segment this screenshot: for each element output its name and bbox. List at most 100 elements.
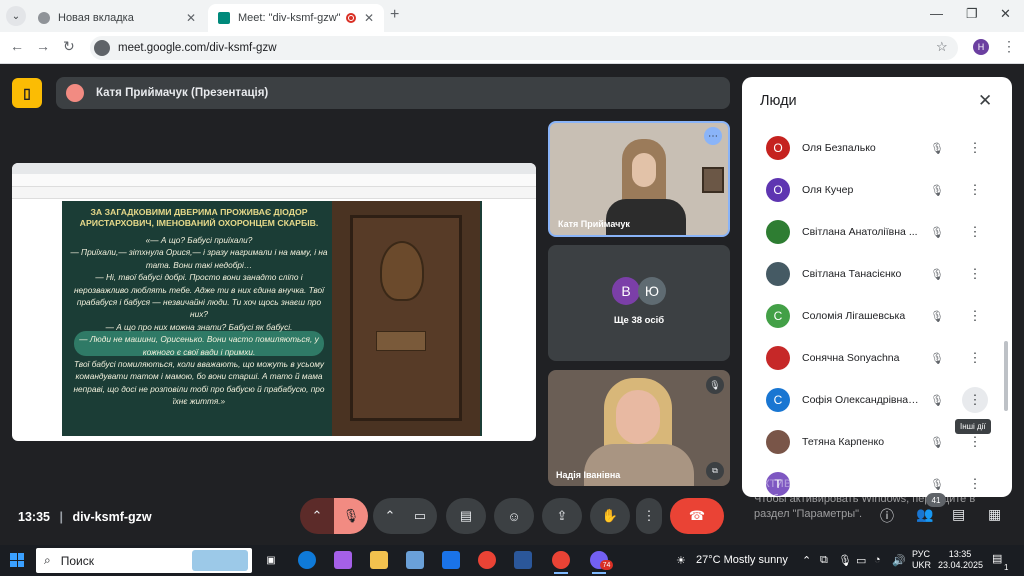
participant-tile-presenter[interactable]: ⋯ Катя Приймачук <box>548 121 730 237</box>
file-explorer-icon[interactable] <box>370 551 388 569</box>
tab-search-icon[interactable]: ⌄ <box>6 6 26 26</box>
person-face <box>632 153 656 187</box>
avatar: О <box>766 178 790 202</box>
minimize-icon[interactable]: — <box>930 6 943 21</box>
leave-call-button[interactable]: ☎ <box>670 498 724 534</box>
new-tab-button[interactable]: + <box>390 6 399 24</box>
door-plate <box>376 331 426 351</box>
bookmark-star-icon[interactable]: ☆ <box>936 39 948 55</box>
task-view-icon[interactable]: ▣ <box>262 551 280 569</box>
back-icon[interactable]: ← <box>10 38 24 54</box>
more-actions-icon[interactable]: ⋮ <box>962 219 988 245</box>
more-actions-icon[interactable]: ⋮ <box>962 303 988 329</box>
meeting-code: div-ksmf-gzw <box>72 510 152 524</box>
notifications-icon[interactable]: ▤ <box>992 552 1002 565</box>
avatar: С <box>766 388 790 412</box>
mic-off-icon: 🎙 <box>930 436 944 449</box>
taskbar-clock[interactable]: 13:35 23.04.2025 <box>938 549 983 571</box>
store-icon[interactable] <box>406 551 424 569</box>
video-settings-chevron-icon[interactable]: ⌃ <box>373 498 407 534</box>
notifications-count: 1 <box>1004 563 1009 572</box>
outlook-icon[interactable] <box>442 551 460 569</box>
more-actions-icon[interactable]: ⋮ <box>962 177 988 203</box>
more-actions-icon[interactable]: ⋮ <box>962 135 988 161</box>
shared-browser-url <box>12 174 536 187</box>
camera-button[interactable]: ▭ <box>403 498 437 534</box>
chrome-icon[interactable] <box>478 551 496 569</box>
shared-screen: ЗА ЗАГАДКОВИМИ ДВЕРИМА ПРОЖИВАЄ ДІОДОР А… <box>12 163 536 441</box>
meet-stage: ▯ Катя Приймачук (Презентація) ЗА ЗАГАДК… <box>0 65 1024 545</box>
meet-tray-icon[interactable]: ⧉ <box>820 554 828 567</box>
language-bottom: UKR <box>912 560 932 570</box>
forward-icon[interactable]: → <box>36 38 50 54</box>
mic-off-icon: 🎙 <box>930 184 944 197</box>
close-tab-icon[interactable]: ✕ <box>186 11 196 25</box>
copilot-icon[interactable] <box>334 551 352 569</box>
site-info-icon[interactable] <box>94 40 110 56</box>
participant-row[interactable]: Світлана Анатоліївна ... 🎙 ⋮ <box>742 211 1012 253</box>
browser-menu-icon[interactable]: ⋮ <box>1002 38 1016 55</box>
avatar: Ю <box>638 277 666 305</box>
close-tab-icon[interactable]: ✕ <box>364 11 374 25</box>
restore-icon[interactable]: ❐ <box>966 6 978 22</box>
mic-off-button[interactable]: 🎙 <box>334 498 368 534</box>
participant-row[interactable]: С Софія Олександрівна Г... 🎙 ⋮ <box>742 379 1012 421</box>
wifi-icon[interactable]: ◔ <box>874 554 881 566</box>
edge-icon[interactable] <box>298 551 316 569</box>
meeting-details-icon[interactable]: ⓘ <box>880 506 894 526</box>
more-actions-icon[interactable]: ⋮ <box>962 261 988 287</box>
mic-off-icon: 🎙 <box>930 310 944 323</box>
present-screen-button[interactable]: ⇪ <box>542 498 582 534</box>
taskbar-search[interactable]: ⌕ Поиск <box>36 548 252 573</box>
slide-heading: ЗА ЗАГАДКОВИМИ ДВЕРИМА ПРОЖИВАЄ ДІОДОР А… <box>79 207 319 228</box>
word-icon[interactable] <box>514 551 532 569</box>
chrome-icon <box>38 12 50 24</box>
raise-hand-button[interactable]: ✋ <box>590 498 630 534</box>
weather-text[interactable]: 27°C Mostly sunny <box>696 554 788 566</box>
captions-button[interactable]: ▤ <box>446 498 486 534</box>
browser-toolbar: ← → ↻ meet.google.com/div-ksmf-gzw ☆ <box>0 32 1024 64</box>
profile-avatar[interactable]: H <box>973 39 989 55</box>
emoji-reaction-button[interactable]: ☺ <box>494 498 534 534</box>
more-options-button[interactable]: ⋮ <box>636 498 662 534</box>
battery-icon[interactable]: ▭ <box>856 554 866 567</box>
show-hidden-icons[interactable]: ⌃ <box>802 554 811 567</box>
participant-tile-nadiia[interactable]: 🎙 ⧉ Надія Іванівна <box>548 370 730 486</box>
chat-icon[interactable]: ▤ <box>952 506 965 523</box>
participant-row[interactable]: Світлана Танасієнко 🎙 ⋮ <box>742 253 1012 295</box>
avatar: С <box>766 304 790 328</box>
tile-more-options-icon[interactable]: ⋯ <box>704 127 722 145</box>
participant-row[interactable]: О Оля Кучер 🎙 ⋮ <box>742 169 1012 211</box>
picture-in-picture-icon[interactable]: ⧉ <box>706 462 724 480</box>
taskbar-time: 13:35 <box>948 549 972 559</box>
reload-icon[interactable]: ↻ <box>63 38 75 55</box>
meeting-info-icon[interactable]: ▯ <box>12 78 42 108</box>
avatar <box>766 262 790 286</box>
chrome-profile-icon[interactable] <box>552 551 570 574</box>
url-text: meet.google.com/div-ksmf-gzw <box>118 42 277 54</box>
activities-icon[interactable]: ▦ <box>988 506 1001 523</box>
address-bar[interactable]: meet.google.com/div-ksmf-gzw <box>90 36 958 60</box>
people-button-icon[interactable]: 👥 <box>916 506 933 523</box>
participant-tile-others[interactable]: В Ю Ще 38 осіб <box>548 245 730 361</box>
language-indicator[interactable]: РУС UKR <box>912 549 931 571</box>
tab-new-tab[interactable]: Новая вкладка ✕ <box>28 4 206 32</box>
volume-icon[interactable]: 🔊 <box>892 554 906 567</box>
participant-name: Оля Кучер <box>802 184 854 196</box>
close-window-icon[interactable]: ✕ <box>1000 6 1011 22</box>
avatar <box>766 430 790 454</box>
weather-icon[interactable]: ☀ <box>676 554 686 567</box>
participant-row[interactable]: О Оля Безпалько 🎙 ⋮ <box>742 127 1012 169</box>
windows-start-icon[interactable] <box>10 553 24 567</box>
audio-settings-chevron-icon[interactable]: ⌃ <box>300 498 334 534</box>
scrollbar[interactable] <box>1004 341 1008 411</box>
participant-row[interactable]: С Соломія Лігашевська 🎙 ⋮ <box>742 295 1012 337</box>
avatar <box>766 346 790 370</box>
participant-row[interactable]: Сонячна Sonyachna 🎙 ⋮ <box>742 337 1012 379</box>
people-panel: Люди ✕ О Оля Безпалько 🎙 ⋮ О Оля Кучер 🎙 ⋮ Світл… <box>742 77 1012 497</box>
more-actions-icon[interactable]: ⋮ <box>962 345 988 371</box>
tab-meet[interactable]: Meet: "div-ksmf-gzw" ✕ <box>208 4 384 32</box>
microphone-tray-icon[interactable]: 🎙 <box>838 554 852 567</box>
more-actions-icon[interactable]: ⋮ <box>962 387 988 413</box>
close-icon[interactable]: ✕ <box>978 91 992 111</box>
